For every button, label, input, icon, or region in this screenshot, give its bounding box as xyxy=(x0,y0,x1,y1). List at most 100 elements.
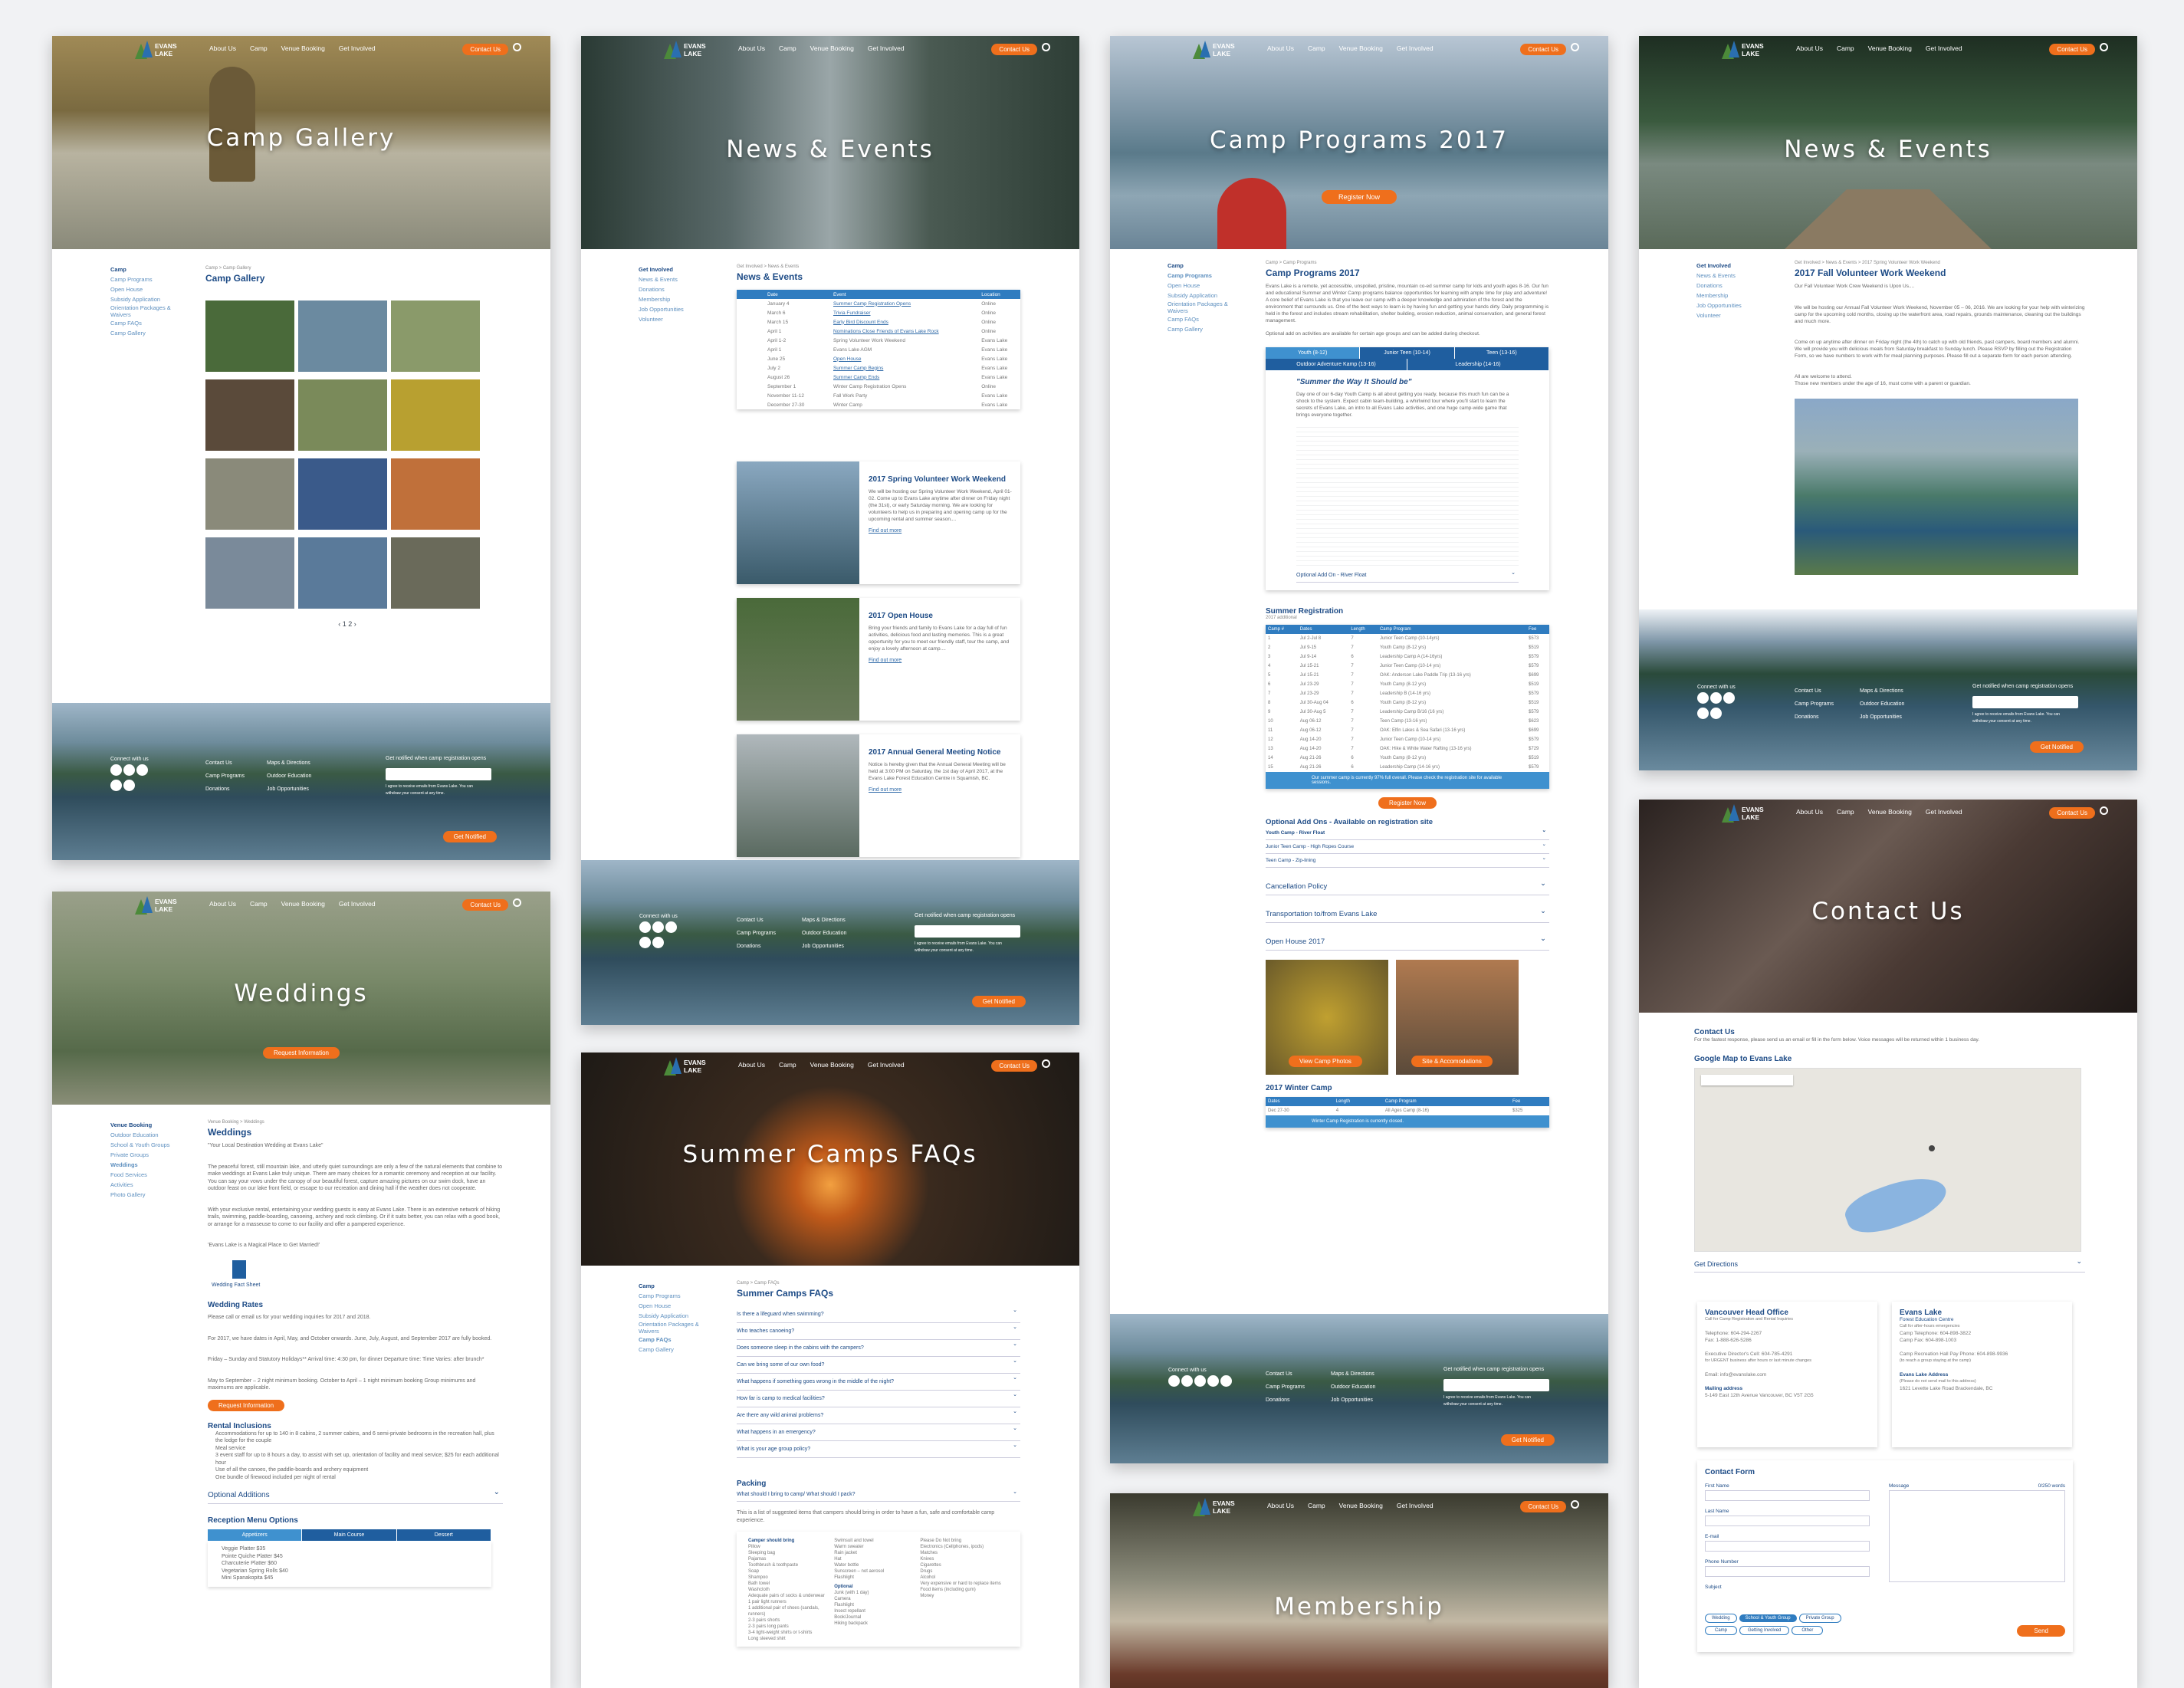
faq-item[interactable]: Is there a lifeguard when swimming? xyxy=(737,1306,1020,1323)
chip-other[interactable]: Other xyxy=(1792,1626,1824,1635)
twitter-icon[interactable] xyxy=(123,764,135,776)
facebook-icon[interactable] xyxy=(1697,692,1709,704)
get-notified-button[interactable]: Get Notified xyxy=(2029,741,2084,753)
instagram-icon[interactable] xyxy=(123,780,135,791)
find-out-more-link[interactable]: Find out more xyxy=(869,527,1014,535)
youtube-icon[interactable] xyxy=(1697,708,1709,719)
get-directions-accordion[interactable]: Get Directions xyxy=(1694,1256,2085,1273)
faq-item[interactable]: What is your age group policy? xyxy=(737,1441,1020,1458)
faq-item[interactable]: Does someone sleep in the cabins with th… xyxy=(737,1340,1020,1357)
photo[interactable] xyxy=(298,300,387,372)
twitter-icon[interactable] xyxy=(652,921,664,933)
email-input[interactable] xyxy=(915,925,1020,938)
register-now-button[interactable]: Register Now xyxy=(1321,190,1397,204)
news-card[interactable]: 2017 Annual General Meeting Notice Notice… xyxy=(737,734,1020,857)
find-out-more-link[interactable]: Find out more xyxy=(869,787,1014,794)
search-icon[interactable] xyxy=(513,898,521,907)
nav-involved[interactable]: Get Involved xyxy=(339,44,376,52)
faq-item[interactable]: How far is camp to medical facilities? xyxy=(737,1391,1020,1407)
pagination[interactable]: ‹ 1 2 › xyxy=(205,620,489,628)
chip-private[interactable]: Private Group xyxy=(1798,1614,1841,1623)
request-info-button[interactable]: Request Information xyxy=(262,1047,340,1059)
search-icon[interactable] xyxy=(1042,43,1050,51)
photo[interactable] xyxy=(205,379,294,451)
chip-school[interactable]: School & Youth Group xyxy=(1739,1614,1797,1622)
photo[interactable] xyxy=(391,537,480,609)
flickr-icon[interactable] xyxy=(665,921,677,933)
photo[interactable] xyxy=(391,379,480,451)
photo[interactable] xyxy=(205,300,294,372)
register-now-button[interactable]: Register Now xyxy=(1378,796,1437,809)
photo[interactable] xyxy=(205,458,294,530)
email-input[interactable] xyxy=(1443,1379,1549,1391)
instagram-icon[interactable] xyxy=(1220,1375,1232,1387)
twitter-icon[interactable] xyxy=(1181,1375,1193,1387)
chip-wedding[interactable]: Wedding xyxy=(1705,1614,1737,1623)
packing-list: Camper should bring Pillow Sleeping bag Paj… xyxy=(737,1532,1020,1647)
search-icon[interactable] xyxy=(2100,806,2108,815)
email-input[interactable] xyxy=(1972,696,2078,708)
river-float-accordion[interactable]: Optional Add On - River Float xyxy=(1296,569,1519,583)
get-notified-button[interactable]: Get Notified xyxy=(1500,1434,1555,1446)
search-icon[interactable] xyxy=(1571,43,1579,51)
faq-item[interactable]: Who teaches canoeing? xyxy=(737,1323,1020,1340)
photo[interactable] xyxy=(298,379,387,451)
email-field[interactable] xyxy=(1705,1541,1870,1552)
last-name-input[interactable] xyxy=(1705,1516,1870,1526)
facebook-icon[interactable] xyxy=(110,764,122,776)
site-tile[interactable]: Site & Accomodations xyxy=(1396,959,1519,1075)
chip-camp[interactable]: Camp xyxy=(1705,1626,1738,1635)
phone-input[interactable] xyxy=(1705,1566,1870,1577)
contact-button[interactable]: Contact Us xyxy=(462,899,508,911)
request-info-button[interactable]: Request Information xyxy=(208,1399,285,1411)
faq-item[interactable]: What happens in an emergency? xyxy=(737,1424,1020,1441)
chip-involved[interactable]: Getting Involved xyxy=(1739,1626,1790,1635)
search-icon[interactable] xyxy=(2100,43,2108,51)
map-pin-icon[interactable] xyxy=(1929,1144,1935,1151)
faq-item[interactable]: Are there any wild animal problems? xyxy=(737,1407,1020,1424)
instagram-icon[interactable] xyxy=(1710,708,1722,719)
youtube-icon[interactable] xyxy=(1207,1375,1219,1387)
instagram-icon[interactable] xyxy=(652,937,664,948)
facebook-icon[interactable] xyxy=(1168,1375,1180,1387)
map-search-input[interactable] xyxy=(1701,1074,1793,1085)
faq-item[interactable]: Can we bring some of our own food? xyxy=(737,1357,1020,1374)
optional-additions-accordion[interactable]: Optional Additions xyxy=(208,1487,503,1504)
search-icon[interactable] xyxy=(1571,1500,1579,1509)
photo[interactable] xyxy=(298,458,387,530)
nav-camp[interactable]: Camp xyxy=(250,44,268,52)
faq-list: Is there a lifeguard when swimming? Who … xyxy=(737,1306,1020,1458)
search-icon[interactable] xyxy=(513,43,521,51)
nav-venue[interactable]: Venue Booking xyxy=(281,44,325,52)
message-textarea[interactable] xyxy=(1889,1490,2065,1582)
weddings-hero: EVANS LAKE About Us Camp Venue Booking Get I… xyxy=(52,892,550,1105)
flickr-icon[interactable] xyxy=(1194,1375,1206,1387)
search-icon[interactable] xyxy=(1042,1059,1050,1068)
logo[interactable]: EVANS LAKE xyxy=(135,41,182,62)
camp-photos-tile[interactable]: View Camp Photos xyxy=(1266,959,1388,1075)
flickr-icon[interactable] xyxy=(1723,692,1735,704)
get-notified-button[interactable]: Get Notified xyxy=(442,831,497,842)
packing-accordion[interactable]: What should I bring to camp/ What should… xyxy=(737,1488,1020,1502)
document-icon[interactable] xyxy=(232,1259,246,1279)
facebook-icon[interactable] xyxy=(639,921,651,933)
get-notified-button[interactable]: Get Notified xyxy=(971,996,1026,1007)
photo[interactable] xyxy=(391,300,480,372)
photo[interactable] xyxy=(391,458,480,530)
flickr-icon[interactable] xyxy=(136,764,148,776)
faq-item[interactable]: What happens if something goes wrong in … xyxy=(737,1374,1020,1391)
contact-button[interactable]: Contact Us xyxy=(462,44,508,55)
youtube-icon[interactable] xyxy=(639,937,651,948)
youtube-icon[interactable] xyxy=(110,780,122,791)
photo[interactable] xyxy=(205,537,294,609)
photo[interactable] xyxy=(298,537,387,609)
first-name-input[interactable] xyxy=(1705,1490,1870,1501)
twitter-icon[interactable] xyxy=(1710,692,1722,704)
map[interactable] xyxy=(1694,1067,2081,1252)
find-out-more-link[interactable]: Find out more xyxy=(869,657,1014,665)
send-button[interactable]: Send xyxy=(2017,1625,2065,1637)
nav-about[interactable]: About Us xyxy=(209,44,236,52)
news-card[interactable]: 2017 Open House Bring your friends and fa… xyxy=(737,598,1020,721)
news-card[interactable]: 2017 Spring Volunteer Work Weekend We wil… xyxy=(737,461,1020,584)
email-input[interactable] xyxy=(386,768,491,780)
